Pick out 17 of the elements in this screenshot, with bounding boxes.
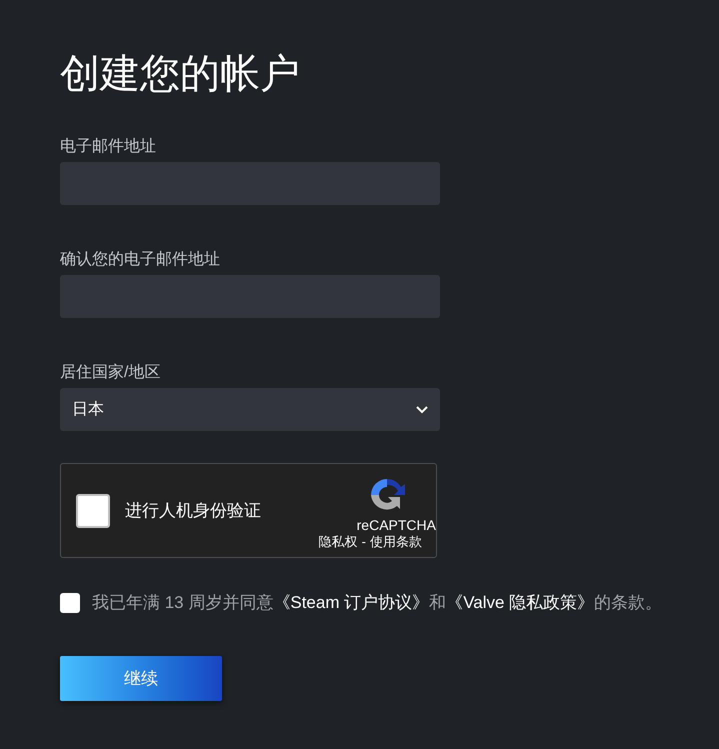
link-separator: - — [362, 534, 366, 550]
captcha-brand: reCAPTCHA — [356, 516, 436, 534]
captcha-label: 进行人机身份验证 — [125, 500, 261, 522]
captcha-checkbox[interactable] — [76, 494, 110, 528]
field-label: 居住国家/地区 — [60, 362, 160, 383]
country-select[interactable]: 日本 — [60, 388, 440, 431]
terms-link[interactable]: 使用条款 — [370, 534, 422, 550]
chevron-down-icon — [416, 406, 428, 414]
agreement-link[interactable]: 《Valve 隐私政策》 — [446, 593, 594, 612]
agreement-checkbox[interactable] — [60, 593, 80, 613]
agreement-text: 我已年满 13 周岁并同意《Steam 订户协议》和《Valve 隐私政策》的条款。 — [92, 592, 662, 614]
field-label: 电子邮件地址 — [60, 136, 156, 157]
continue-button[interactable]: 继续 — [60, 656, 222, 701]
privacy-link[interactable]: 隐私权 — [318, 534, 358, 550]
page-title: 创建您的帐户 — [60, 51, 300, 98]
field-label: 确认您的电子邮件地址 — [60, 250, 220, 270]
agreement-link[interactable]: 《Steam 订户协议》 — [273, 593, 430, 612]
